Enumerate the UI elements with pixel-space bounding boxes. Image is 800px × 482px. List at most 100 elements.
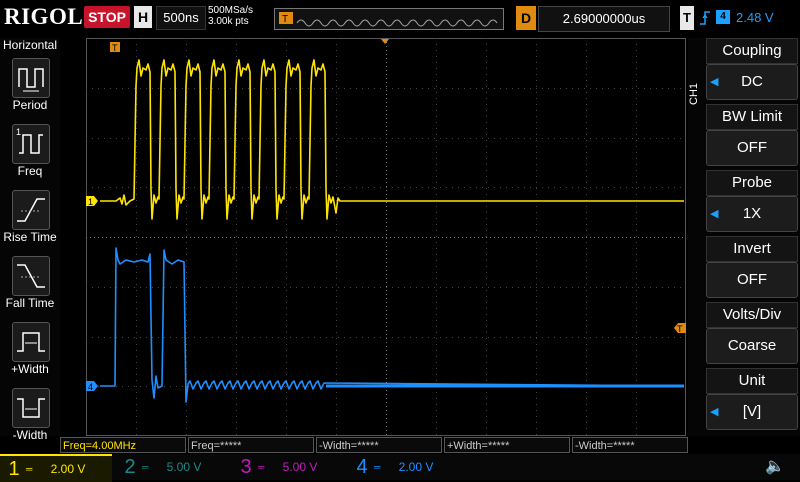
memory-trigger-label: T [282,14,288,25]
delay-value[interactable]: 2.69000000us [538,6,670,32]
memory-overview: T [274,8,504,30]
dc-coupling-icon: ═ [142,462,149,472]
pos-width-label: +Width [11,362,49,376]
ch4-offset-label: 4 [88,382,93,392]
pos-width-icon [12,322,50,362]
measurement-freq-2[interactable]: Freq=***** [188,437,314,453]
channel-1-scale: 2.00 V [50,462,86,476]
channel-3-status[interactable]: 3 ═ 5.00 V [232,454,344,480]
channel-2-scale: 5.00 V [166,460,202,474]
period-label: Period [12,98,48,112]
measurement-neg-width-2[interactable]: -Width=***** [572,437,688,453]
bw-limit-menu-item[interactable]: BW Limit OFF [706,104,798,166]
measurement-neg-width[interactable]: -Width=***** [316,437,442,453]
trigger-position-label: T [112,43,118,53]
channel-tag: CH1 [688,83,700,106]
invert-menu-item[interactable]: Invert OFF [706,236,798,298]
invert-value-text: OFF [737,271,767,288]
trigger-source[interactable]: 4 [716,10,730,24]
run-stop-status[interactable]: STOP [84,6,130,28]
trigger-level-label: T [677,324,683,334]
center-marker-icon [381,39,389,44]
top-status-bar: RIGOL STOP H 500ns 500MSa/s 3.00k pts T … [0,0,800,38]
invert-title: Invert [706,236,798,262]
measurement-freq[interactable]: Freq=4.00MHz [60,437,186,453]
svg-text:1: 1 [16,127,21,137]
memory-overview-waveform: T [279,12,498,27]
measurement-bar: Freq=4.00MHz Freq=***** -Width=***** +Wi… [60,436,688,454]
dc-coupling-icon: ═ [258,462,265,472]
freq-label: Freq [17,164,43,178]
freq-icon: 1 [12,124,50,164]
trigger-label: T [680,6,694,30]
probe-menu-item[interactable]: Probe ◀ 1X [706,170,798,232]
waveform-grid: T 1 4 T [86,38,686,436]
bw-limit-value[interactable]: OFF [706,130,798,166]
measure-neg-width-button[interactable]: -Width [0,384,60,446]
channel-4-status[interactable]: 4 ═ 2.00 V [348,454,460,480]
measure-pos-width-button[interactable]: +Width [0,318,60,380]
fall-time-label: Fall Time [5,296,55,310]
fall-time-icon [12,256,50,296]
probe-title: Probe [706,170,798,196]
period-icon [12,58,50,98]
channel-3-number: 3 [240,456,252,478]
neg-width-label: -Width [12,428,48,442]
coupling-menu-item[interactable]: Coupling ◀ DC [706,38,798,100]
channel-1-number: 1 [8,458,20,480]
channel-4-scale: 2.00 V [398,460,434,474]
volts-div-value-text: Coarse [727,337,777,354]
select-arrow-icon: ◀ [710,76,719,88]
measurement-pos-width[interactable]: +Width=***** [444,437,570,453]
waveform-display[interactable]: T 1 4 T [86,38,686,436]
volts-div-menu-item[interactable]: Volts/Div Coarse [706,302,798,364]
dc-coupling-icon: ═ [26,464,33,474]
channel-2-status[interactable]: 2 ═ 5.00 V [116,454,228,480]
delay-label: D [516,6,536,30]
ch1-offset-label: 1 [88,197,93,207]
rising-edge-icon [698,6,712,30]
timebase-value[interactable]: 500ns [156,6,206,30]
brand-logo: RIGOL [4,4,84,29]
dc-coupling-icon: ═ [374,462,381,472]
channel-2-number: 2 [124,456,136,478]
measure-freq-button[interactable]: 1 Freq [0,120,60,182]
volts-div-title: Volts/Div [706,302,798,328]
memory-depth: 3.00k pts [208,16,249,27]
channel-1-status[interactable]: 1 ═ 2.00 V [0,454,112,482]
unit-value-text: [V] [742,403,762,420]
speaker-icon[interactable]: 🔈 [760,456,790,478]
horizontal-label: H [134,6,152,28]
horizontal-measure-menu: Horizontal Period 1 Freq Rise Time Fall … [0,38,60,442]
measure-fall-time-button[interactable]: Fall Time [0,252,60,314]
select-arrow-icon: ◀ [710,406,719,418]
rise-time-icon [12,190,50,230]
coupling-value-text: DC [741,73,763,90]
bw-limit-value-text: OFF [737,139,767,156]
memory-wave [296,19,498,27]
select-arrow-icon: ◀ [710,208,719,220]
unit-title: Unit [706,368,798,394]
channel-menu: CH1 Coupling ◀ DC BW Limit OFF Probe ◀ 1… [688,38,800,436]
coupling-title: Coupling [706,38,798,64]
rise-time-label: Rise Time [3,230,57,244]
measure-period-button[interactable]: Period [0,54,60,116]
volts-div-value[interactable]: Coarse [706,328,798,364]
unit-menu-item[interactable]: Unit ◀ [V] [706,368,798,430]
channel-3-scale: 5.00 V [282,460,318,474]
ch4-waveform [100,247,685,403]
sample-rate: 500MSa/s [208,5,254,16]
channel-4-number: 4 [356,456,368,478]
unit-value[interactable]: ◀ [V] [706,394,798,430]
channel-status-bar: 1 ═ 2.00 V 2 ═ 5.00 V 3 ═ 5.00 V 4 ═ 2.0… [0,454,800,482]
ch1-waveform [100,59,684,220]
coupling-value[interactable]: ◀ DC [706,64,798,100]
trigger-level[interactable]: 2.48 V [736,6,786,30]
menu-title: Horizontal [2,38,58,52]
measure-rise-time-button[interactable]: Rise Time [0,186,60,248]
sample-info: 500MSa/s 3.00k pts [208,5,270,27]
probe-value[interactable]: ◀ 1X [706,196,798,232]
invert-value[interactable]: OFF [706,262,798,298]
bw-limit-title: BW Limit [706,104,798,130]
neg-width-icon [12,388,50,428]
